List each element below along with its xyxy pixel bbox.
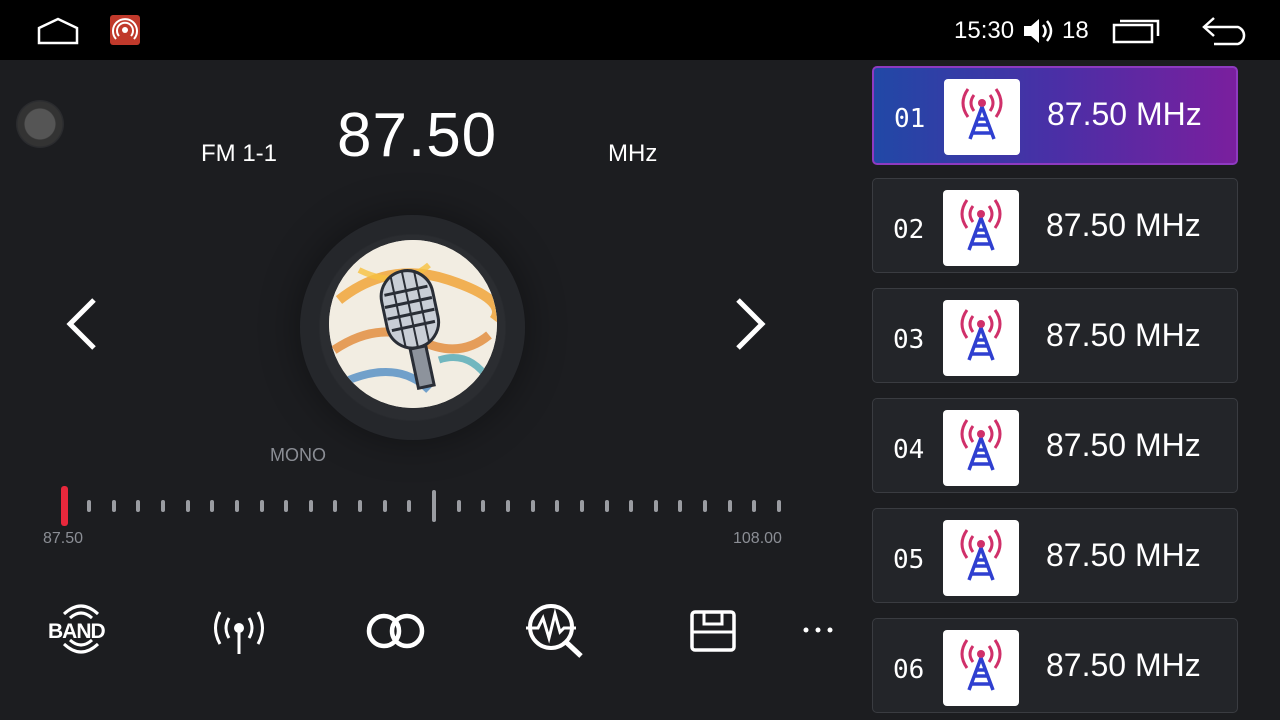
volume-level: 18 xyxy=(1062,17,1089,44)
radio-tower-icon xyxy=(943,190,1019,266)
frequency-unit: MHz xyxy=(608,140,658,167)
preset-item[interactable]: 06 87.50 MHz xyxy=(872,618,1238,713)
home-icon[interactable] xyxy=(36,16,80,46)
scale-tick xyxy=(579,500,584,512)
scale-tick xyxy=(432,490,436,522)
scale-tick xyxy=(407,500,412,512)
scale-tick xyxy=(629,500,634,512)
preset-frequency: 87.50 MHz xyxy=(1047,96,1202,132)
preset-number: 01 xyxy=(894,104,926,134)
volume-icon[interactable] xyxy=(1022,16,1056,46)
band-button[interactable]: BAND xyxy=(46,600,116,660)
scale-tick xyxy=(777,500,781,512)
scale-tick xyxy=(308,500,313,512)
tuning-knob[interactable] xyxy=(16,100,64,148)
scale-tick xyxy=(481,500,486,512)
scale-tick xyxy=(703,500,708,512)
tuning-needle[interactable] xyxy=(61,486,68,526)
stereo-icon[interactable] xyxy=(364,600,428,660)
scale-tick xyxy=(185,500,190,512)
preset-frequency: 87.50 MHz xyxy=(1046,317,1201,353)
preset-frequency: 87.50 MHz xyxy=(1046,207,1201,243)
scale-min-label: 87.50 xyxy=(43,530,84,547)
stereo-mode-label: MONO xyxy=(270,445,326,465)
preset-item[interactable]: 01 87.50 MHz xyxy=(872,66,1238,165)
preset-number: 02 xyxy=(893,215,925,245)
scale-tick xyxy=(530,500,535,512)
scale-tick xyxy=(259,500,264,512)
scale-tick xyxy=(653,500,658,512)
save-icon[interactable] xyxy=(686,600,740,660)
scale-tick xyxy=(87,500,91,512)
status-bar: 15:30 18 xyxy=(0,0,1280,60)
scale-tick xyxy=(752,500,757,512)
scale-tick xyxy=(382,500,387,512)
radio-tower-icon xyxy=(943,630,1019,706)
scale-tick xyxy=(234,500,239,512)
scale-tick xyxy=(358,500,363,512)
preset-number: 06 xyxy=(893,655,925,685)
scale-tick xyxy=(555,500,560,512)
next-station-button[interactable] xyxy=(730,292,770,356)
back-arrow-icon[interactable] xyxy=(1200,14,1252,46)
scale-tick xyxy=(111,500,116,512)
frequency-display: 87.50 xyxy=(337,101,498,170)
frequency-scale[interactable] xyxy=(55,486,781,526)
preset-number: 04 xyxy=(893,435,925,465)
preset-frequency: 87.50 MHz xyxy=(1046,647,1201,683)
preset-frequency: 87.50 MHz xyxy=(1046,427,1201,463)
scale-tick xyxy=(727,500,732,512)
preset-item[interactable]: 03 87.50 MHz xyxy=(872,288,1238,383)
prev-station-button[interactable] xyxy=(62,292,102,356)
scale-tick xyxy=(604,500,609,512)
preset-item[interactable]: 02 87.50 MHz xyxy=(872,178,1238,273)
clock: 15:30 xyxy=(954,17,1015,44)
radio-tower-icon xyxy=(943,520,1019,596)
microphone-artwork xyxy=(329,240,497,408)
preset-item[interactable]: 04 87.50 MHz xyxy=(872,398,1238,493)
scale-tick xyxy=(333,500,338,512)
scale-tick xyxy=(136,500,141,512)
antenna-icon[interactable] xyxy=(207,600,271,660)
more-icon[interactable] xyxy=(798,600,838,660)
preset-number: 03 xyxy=(893,325,925,355)
radio-tower-icon xyxy=(943,410,1019,486)
recent-apps-icon[interactable] xyxy=(1112,16,1162,44)
scale-tick xyxy=(505,500,510,512)
scale-tick xyxy=(284,500,289,512)
band-button-label: BAND xyxy=(48,620,106,643)
scale-tick xyxy=(456,500,461,512)
scale-tick xyxy=(678,500,683,512)
band-label: FM 1-1 xyxy=(201,140,278,167)
radio-tower-icon xyxy=(944,79,1020,155)
radio-tower-icon xyxy=(943,300,1019,376)
scale-tick xyxy=(160,500,165,512)
scale-tick xyxy=(210,500,215,512)
preset-item[interactable]: 05 87.50 MHz xyxy=(872,508,1238,603)
scale-max-label: 108.00 xyxy=(733,530,782,547)
preset-frequency: 87.50 MHz xyxy=(1046,537,1201,573)
radio-app-icon[interactable] xyxy=(110,15,140,45)
preset-number: 05 xyxy=(893,545,925,575)
scan-search-icon[interactable] xyxy=(524,600,588,660)
